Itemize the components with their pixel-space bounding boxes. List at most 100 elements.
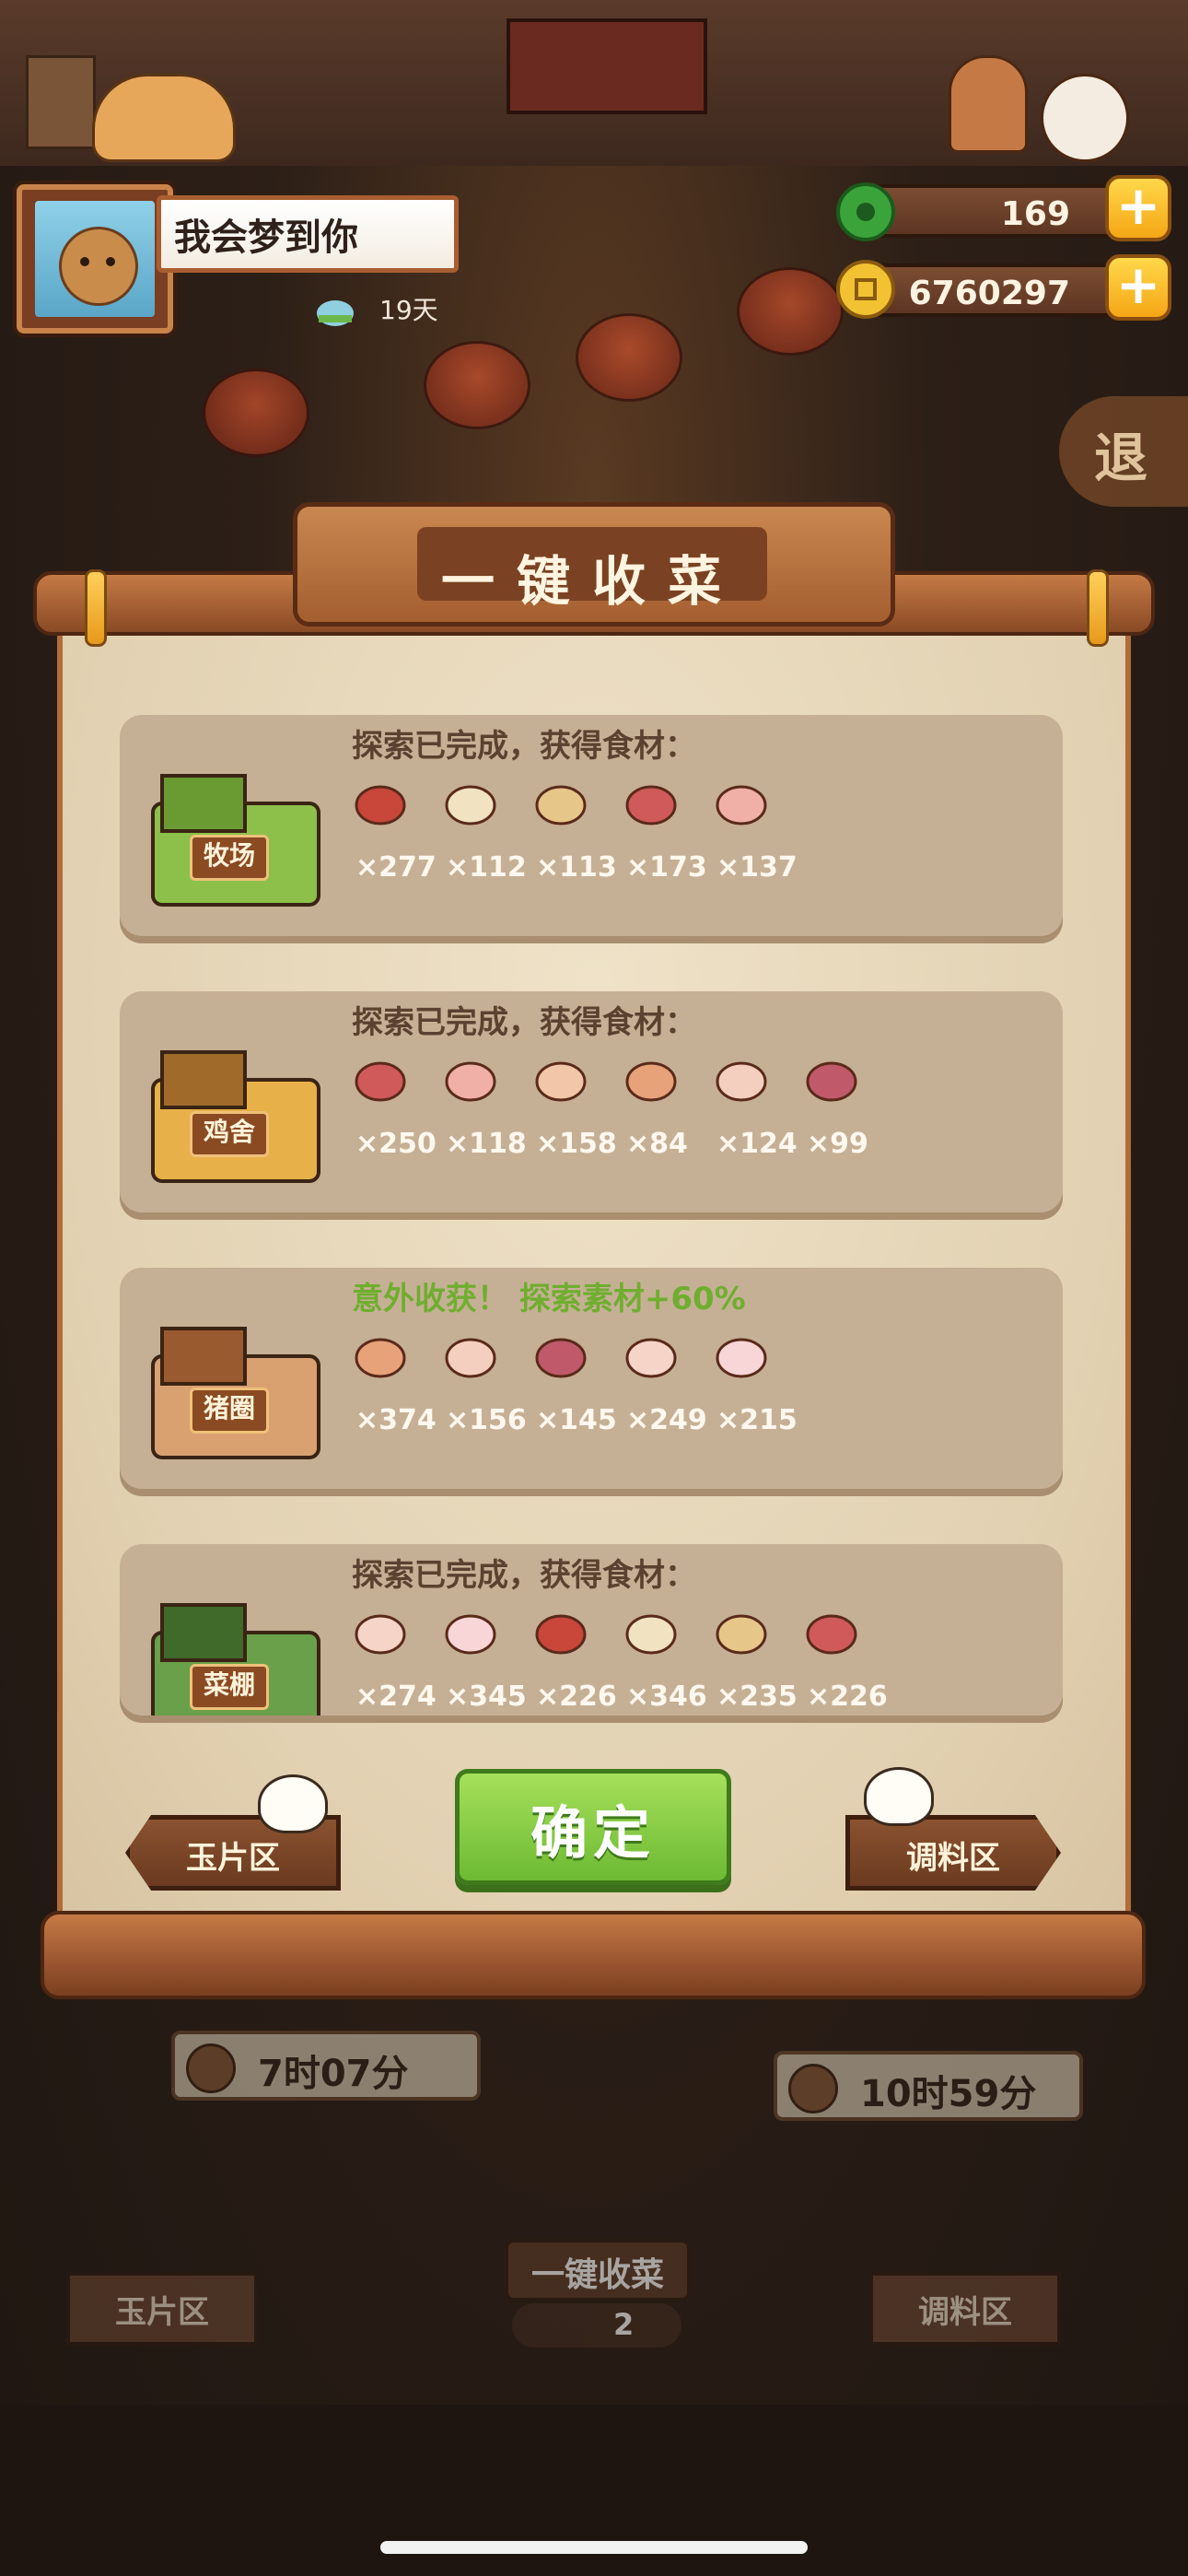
whole-chicken-icon <box>532 1056 589 1104</box>
pork-belly-icon <box>352 1332 409 1380</box>
bg-harvest-count: 2 <box>512 2303 681 2348</box>
drumstick-icon <box>713 1056 770 1104</box>
farm-name-tag: 牧场 <box>190 835 269 881</box>
ingredient-item: ×112 <box>442 779 530 890</box>
ingredient-count: ×173 <box>626 851 707 884</box>
cloche-icon <box>313 286 357 330</box>
chicken-breast-icon <box>442 1056 499 1104</box>
player-name: 我会梦到你 <box>174 217 358 259</box>
home-indicator[interactable] <box>380 2541 808 2554</box>
days-counter: 19天 <box>379 295 438 325</box>
meat-chunk-icon <box>352 779 409 827</box>
top-scene-bar <box>0 0 1188 171</box>
scroll-bottom-rod <box>41 1911 1146 1999</box>
chicken-wing-icon <box>803 1056 860 1104</box>
ingredient-count: ×346 <box>626 1680 707 1713</box>
bg-right-sign-label: 调料区 <box>918 2294 1012 2331</box>
bg-harvest-label: 一键收菜 <box>530 2256 664 2294</box>
beef-steak-icon <box>623 779 680 827</box>
ingredient-count: ×156 <box>446 1404 527 1436</box>
jade-icon <box>833 177 899 243</box>
ingredient-count: ×277 <box>355 851 437 884</box>
bird-icon <box>258 1774 328 1833</box>
ingredient-item: ×99 <box>803 1056 891 1166</box>
ingredient-item: ×84 <box>623 1056 711 1166</box>
hanging-scroll-icon <box>26 55 96 149</box>
rod-cap-left <box>85 569 107 647</box>
ingredient-count: ×84 <box>626 1128 688 1160</box>
radish-icon <box>803 1609 860 1657</box>
harvest-card: 猪圈 意外收获！ 探索素材+60% ×374 ×156 ×145 ×249 ×215 <box>120 1268 1063 1489</box>
card-status: 探索已完成，获得食材： <box>352 1557 696 1594</box>
timer-badge-right: 10时59分 <box>774 2051 1083 2121</box>
ingredient-item: ×249 <box>623 1332 711 1443</box>
farm-name-tag: 鸡舍 <box>190 1111 269 1157</box>
lantern-icon <box>576 313 682 402</box>
timer-right-text: 10时59分 <box>860 2073 1037 2115</box>
ingredient-item: ×137 <box>713 779 801 890</box>
farm-name-tag: 菜棚 <box>190 1664 269 1710</box>
milk-jar-icon <box>442 779 499 827</box>
panda-cat-icon <box>1041 74 1129 162</box>
ingredient-count: ×215 <box>716 1404 798 1436</box>
ingredient-count: ×99 <box>807 1128 868 1160</box>
seasoning-area-button[interactable]: 调料区 <box>845 1815 1061 1891</box>
bg-left-sign[interactable]: 玉片区 <box>66 2272 258 2346</box>
lantern-icon <box>203 369 309 457</box>
lard-bowl-icon <box>442 1332 499 1380</box>
ingredient-item: ×235 <box>713 1609 801 1715</box>
player-avatar[interactable] <box>17 184 173 334</box>
add-coins-button[interactable]: + <box>1105 254 1171 321</box>
ingredient-count: ×374 <box>355 1404 437 1436</box>
ingredient-count: ×158 <box>536 1128 617 1160</box>
ingredient-count: ×249 <box>626 1404 707 1436</box>
ingredient-count: ×250 <box>355 1128 437 1160</box>
chicken-meat-icon <box>623 1056 680 1104</box>
ingredient-item: ×158 <box>532 1056 621 1166</box>
ingredient-count: ×145 <box>536 1404 617 1436</box>
bg-left-sign-label: 玉片区 <box>115 2294 209 2331</box>
harvest-card: 菜棚 探索已完成，获得食材： ×274 ×345 ×226 ×346 ×235 ×226 <box>120 1544 1063 1715</box>
tripe-icon <box>532 779 589 827</box>
seasoning-area-label: 调料区 <box>906 1840 1000 1877</box>
bg-harvest-count-text: 2 <box>613 2307 635 2342</box>
tabby-cat-icon <box>92 74 236 162</box>
ingredient-count: ×113 <box>536 851 617 884</box>
ingredient-item: ×215 <box>713 1332 801 1443</box>
ingredient-item: ×118 <box>442 1056 530 1166</box>
ingredient-count: ×345 <box>446 1680 527 1713</box>
add-jade-button[interactable]: + <box>1105 175 1171 241</box>
ingredient-count: ×274 <box>355 1680 437 1713</box>
card-status: 探索已完成，获得食材： <box>352 728 696 765</box>
chef-character-icon <box>949 55 1028 153</box>
bg-right-sign[interactable]: 调料区 <box>869 2272 1061 2346</box>
lantern-icon <box>424 341 530 429</box>
confirm-button[interactable]: 确定 <box>455 1769 731 1885</box>
ingredient-item: ×250 <box>352 1056 440 1166</box>
exit-label: 退 <box>1094 427 1148 489</box>
ingredient-item: ×346 <box>623 1609 711 1715</box>
ingredient-item: ×374 <box>352 1332 440 1443</box>
harvest-card: 牧场 探索已完成，获得食材： ×277 ×112 ×113 ×173 ×137 <box>120 715 1063 936</box>
bg-harvest-button[interactable]: 一键收菜 <box>505 2239 691 2301</box>
ingredient-item: ×124 <box>713 1056 801 1166</box>
ingredient-count: ×226 <box>536 1680 617 1713</box>
bird-icon <box>864 1767 934 1826</box>
clock-icon <box>186 2043 236 2093</box>
dialog-title: 一键收菜 <box>440 550 743 613</box>
harvest-card: 鸡舍 探索已完成，获得食材： ×250 ×118 ×158 ×84 ×124 ×99 <box>120 991 1063 1212</box>
lantern-icon <box>737 267 844 356</box>
coin-amount: 6760297 <box>908 275 1070 312</box>
ingredient-item: ×226 <box>803 1609 891 1715</box>
ingredient-item: ×145 <box>532 1332 621 1443</box>
greens-icon <box>352 1609 409 1657</box>
ingredient-count: ×226 <box>807 1680 888 1713</box>
ingredient-count: ×235 <box>716 1680 798 1713</box>
ingredient-count: ×124 <box>716 1128 798 1160</box>
dialog-title-board: 一键收菜 <box>293 502 895 626</box>
timer-left-text: 7时07分 <box>258 2053 409 2095</box>
gold-coin-icon <box>833 256 899 322</box>
rod-cap-right <box>1087 569 1109 647</box>
ingredient-item: ×226 <box>532 1609 621 1715</box>
farm-name-tag: 猪圈 <box>190 1388 269 1434</box>
